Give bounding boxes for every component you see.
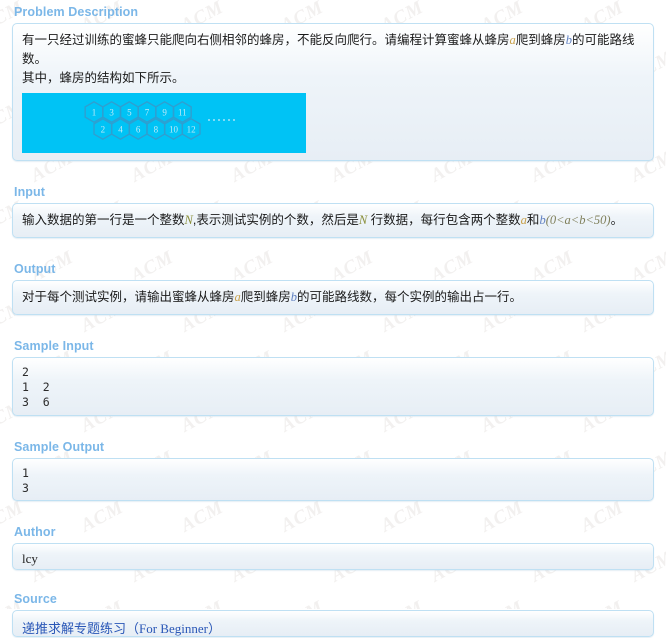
input-var-n-2: N <box>358 213 368 227</box>
input-panel: 输入数据的第一行是一个整数N,表示测试实例的个数，然后是N 行数据，每行包含两个… <box>12 203 654 238</box>
sample-input-title: Sample Input <box>14 339 94 353</box>
honeycomb-ellipsis-dot <box>233 119 235 121</box>
output-part1: 对于每个测试实例，请输出蜜蜂从蜂房 <box>22 290 235 304</box>
problem-description-title: Problem Description <box>14 5 139 19</box>
section-input: Input 输入数据的第一行是一个整数N,表示测试实例的个数，然后是N 行数据，… <box>0 185 666 238</box>
honeycomb-ellipsis-dot <box>228 119 230 121</box>
problem-description-text: 有一只经过训练的蜜蜂只能爬向右侧相邻的蜂房，不能反向爬行。请编程计算蜜蜂从蜂房a… <box>22 31 644 88</box>
input-text: 输入数据的第一行是一个整数N,表示测试实例的个数，然后是N 行数据，每行包含两个… <box>22 211 644 230</box>
honeycomb-ellipsis-dot <box>223 119 225 121</box>
honeycomb-cell-label: 9 <box>162 107 167 117</box>
honeycomb-cell-label: 7 <box>145 107 150 117</box>
author-panel: lcy <box>12 543 654 570</box>
input-part2: ,表示测试实例的个数，然后是 <box>192 213 359 227</box>
honeycomb-cell-label: 1 <box>92 107 97 117</box>
input-part4: 和 <box>526 213 540 227</box>
problem-description-panel: 有一只经过训练的蜜蜂只能爬向右侧相邻的蜂房，不能反向爬行。请编程计算蜜蜂从蜂房a… <box>12 23 654 161</box>
sample-input-panel: 2 1 2 3 6 <box>12 357 654 416</box>
honeycomb-cell-label: 12 <box>187 124 196 134</box>
input-part5: 。 <box>610 213 624 227</box>
section-author: Author lcy <box>0 525 666 570</box>
sample-output-content: 1 3 <box>22 466 29 495</box>
desc-line1-part2: 爬到蜂房 <box>515 33 566 47</box>
section-problem-description: Problem Description 有一只经过训练的蜜蜂只能爬向右侧相邻的蜂… <box>0 5 666 161</box>
source-link[interactable]: 递推求解专题练习（For Beginner） <box>22 621 221 636</box>
problem-page: Problem Description 有一只经过训练的蜜蜂只能爬向右侧相邻的蜂… <box>0 0 666 637</box>
sample-output-title: Sample Output <box>14 440 105 454</box>
input-part1: 输入数据的第一行是一个整数 <box>22 213 185 227</box>
output-part2: 爬到蜂房 <box>240 290 291 304</box>
output-text: 对于每个测试实例，请输出蜜蜂从蜂房a爬到蜂房b的可能路线数，每个实例的输出占一行… <box>22 288 644 307</box>
desc-line2: 其中，蜂房的结构如下所示。 <box>22 71 185 85</box>
sample-input-content: 2 1 2 3 6 <box>22 365 50 409</box>
honeycomb-figure-wrap: 1 3 5 7 9 11 2 4 6 8 10 12 <box>22 93 644 153</box>
honeycomb-ellipsis-dot <box>218 119 220 121</box>
input-var-n-1: N <box>184 213 193 227</box>
author-value: lcy <box>22 551 38 566</box>
honeycomb-cell-label: 5 <box>127 107 132 117</box>
honeycomb-ellipsis-dot <box>208 119 210 121</box>
honeycomb-cell-label: 6 <box>136 124 141 134</box>
section-output: Output 对于每个测试实例，请输出蜜蜂从蜂房a爬到蜂房b的可能路线数，每个实… <box>0 262 666 315</box>
section-sample-output: Sample Output 1 3 <box>0 440 666 501</box>
honeycomb-cell-label: 4 <box>118 124 123 134</box>
source-title: Source <box>14 592 57 606</box>
output-part3: 的可能路线数，每个实例的输出占一行。 <box>297 290 523 304</box>
output-panel: 对于每个测试实例，请输出蜜蜂从蜂房a爬到蜂房b的可能路线数，每个实例的输出占一行… <box>12 280 654 315</box>
input-title: Input <box>14 185 46 199</box>
desc-line1-part1: 有一只经过训练的蜜蜂只能爬向右侧相邻的蜂房，不能反向爬行。请编程计算蜜蜂从蜂房 <box>22 33 510 47</box>
input-range: (0<a<b<50) <box>545 213 611 227</box>
honeycomb-cell-label: 3 <box>109 107 114 117</box>
honeycomb-cell-label: 10 <box>169 124 179 134</box>
sample-output-panel: 1 3 <box>12 458 654 501</box>
honeycomb-cell-label: 2 <box>101 124 106 134</box>
source-panel: 递推求解专题练习（For Beginner） <box>12 610 654 637</box>
section-sample-input: Sample Input 2 1 2 3 6 <box>0 339 666 416</box>
section-source: Source 递推求解专题练习（For Beginner） <box>0 592 666 637</box>
honeycomb-diagram: 1 3 5 7 9 11 2 4 6 8 10 12 <box>22 93 306 153</box>
honeycomb-svg: 1 3 5 7 9 11 2 4 6 8 10 12 <box>84 100 235 141</box>
honeycomb-cell-label: 11 <box>178 107 187 117</box>
honeycomb-cell-label: 8 <box>154 124 159 134</box>
output-title: Output <box>14 262 56 276</box>
honeycomb-ellipsis-dot <box>213 119 215 121</box>
input-part3: 行数据，每行包含两个整数 <box>367 213 521 227</box>
author-title: Author <box>14 525 56 539</box>
